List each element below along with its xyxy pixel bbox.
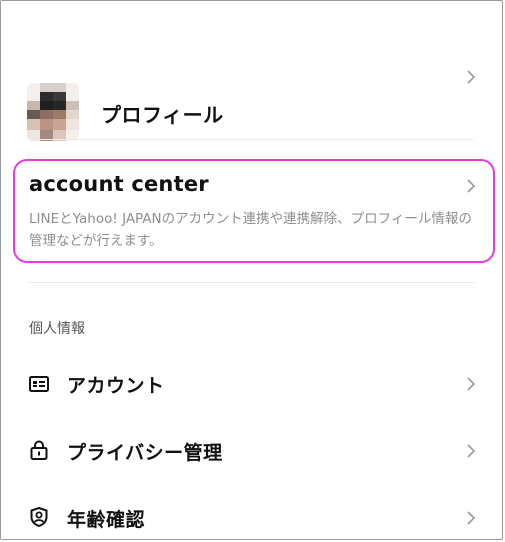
menu-item-account[interactable]: アカウント [1, 361, 502, 407]
divider [29, 282, 474, 283]
section-label-personal-info: 個人情報 [29, 321, 85, 337]
account-center-title: account center [29, 172, 209, 196]
menu-label: 年齢確認 [67, 509, 146, 531]
menu-item-age-verification[interactable]: 年齢確認 [1, 495, 502, 539]
menu-label: プライバシー管理 [67, 442, 223, 464]
menu-item-privacy[interactable]: プライバシー管理 [1, 428, 502, 474]
settings-screen: プロフィール account center LINEとYahoo! JAPANの… [0, 0, 503, 540]
divider [29, 139, 474, 140]
chevron-right-icon [464, 70, 478, 84]
profile-row[interactable]: プロフィール [1, 37, 502, 141]
account-center-description: LINEとYahoo! JAPANのアカウント連携や連携解除、プロフィール情報の… [29, 211, 472, 249]
chevron-right-icon [464, 444, 478, 458]
id-card-icon [29, 374, 49, 394]
lock-icon [29, 440, 49, 460]
chevron-right-icon [464, 511, 478, 525]
shield-person-icon [29, 507, 49, 527]
profile-label: プロフィール [101, 103, 224, 127]
avatar [27, 83, 79, 141]
avatar-image [27, 83, 79, 141]
chevron-right-icon [464, 377, 478, 391]
menu-label: アカウント [67, 375, 165, 397]
chevron-right-icon [464, 179, 478, 193]
